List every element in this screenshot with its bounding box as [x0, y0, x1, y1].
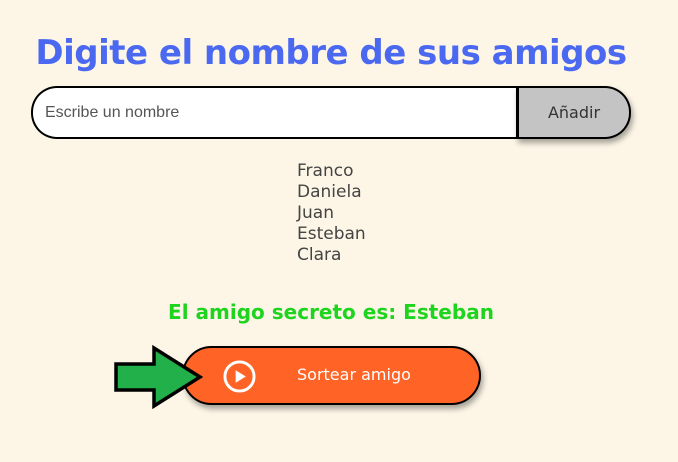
right-arrow-icon: [114, 345, 204, 409]
friend-name-input[interactable]: [31, 86, 518, 139]
friend-item: Esteban: [297, 224, 366, 244]
friend-item: Daniela: [297, 182, 362, 202]
draw-button-label: Sortear amigo: [297, 365, 411, 384]
draw-friend-button[interactable]: Sortear amigo: [182, 346, 481, 405]
add-button[interactable]: Añadir: [516, 86, 631, 139]
play-circle-icon: [223, 360, 256, 393]
friend-item: Franco: [297, 161, 354, 181]
friends-list: Franco Daniela Juan Esteban Clara: [297, 161, 366, 266]
secret-friend-result: El amigo secreto es: Esteban: [168, 300, 494, 324]
friend-item: Juan: [297, 203, 334, 223]
add-friend-form: Añadir: [31, 86, 631, 139]
friend-item: Clara: [297, 245, 342, 265]
page-title: Digite el nombre de sus amigos: [35, 32, 627, 73]
